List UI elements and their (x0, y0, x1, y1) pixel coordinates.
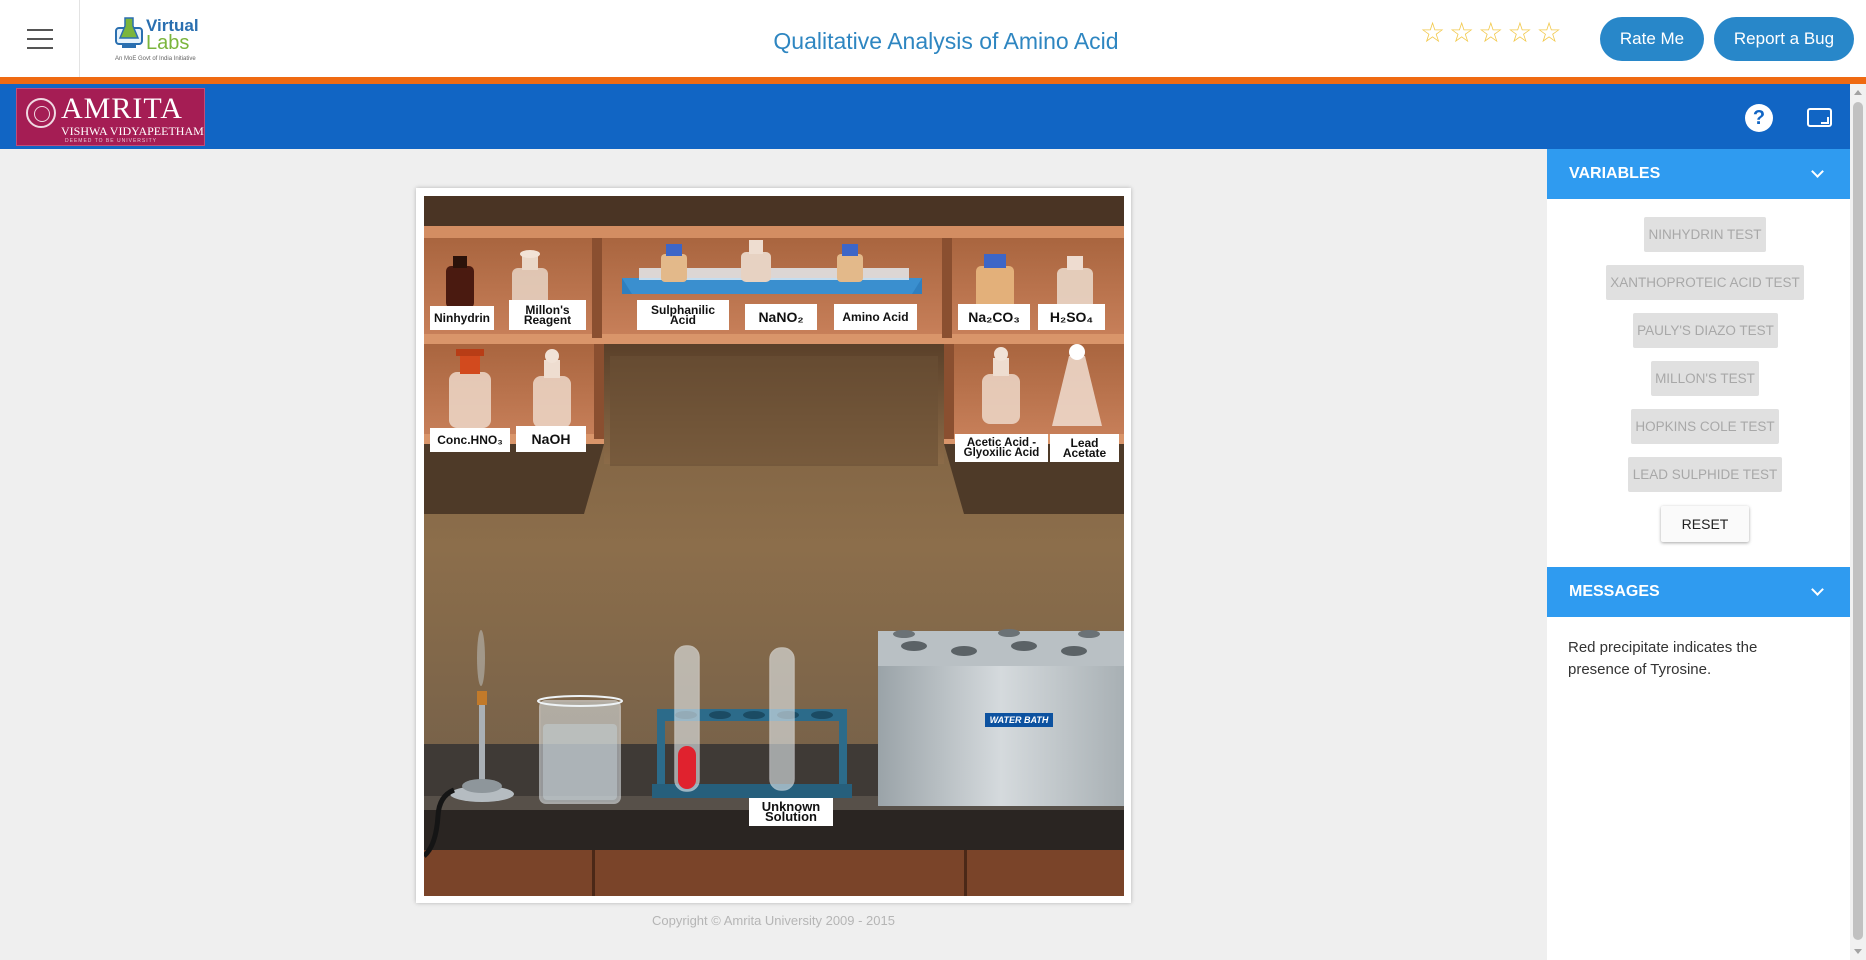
top-header: Virtual Labs An MoE Govt of India Initia… (0, 0, 1866, 77)
label-naoh[interactable]: NaOH (516, 426, 586, 452)
amrita-tiny-text: DEEMED TO BE UNIVERSITY (65, 138, 157, 144)
beaker[interactable] (540, 696, 622, 804)
lead-sulphide-test-button[interactable]: LEAD SULPHIDE TEST (1628, 457, 1782, 492)
paulys-diazo-test-button[interactable]: PAULY'S DIAZO TEST (1633, 313, 1778, 348)
label-conc-hno3[interactable]: Conc.HNO₃ (430, 428, 510, 452)
amrita-name: AMRITA (61, 92, 183, 125)
test-tube-red[interactable] (673, 644, 701, 794)
page-scrollbar[interactable] (1850, 84, 1866, 960)
scroll-down-arrow-icon[interactable] (1854, 949, 1862, 954)
label-nano2[interactable]: NaNO₂ (745, 304, 817, 330)
amrita-seal-icon (26, 98, 56, 128)
label-unknown-solution[interactable]: Unknown Solution (749, 798, 833, 826)
logo-tagline: An MoE Govt of India Initiative (115, 56, 196, 62)
side-panel: VARIABLES NINHYDRIN TEST XANTHOPROTEIC A… (1547, 149, 1850, 960)
variables-header[interactable]: VARIABLES (1547, 149, 1850, 199)
scrollbar-thumb[interactable] (1853, 102, 1863, 940)
hopkins-cole-test-button[interactable]: HOPKINS COLE TEST (1631, 409, 1779, 444)
test-tube-empty[interactable] (768, 646, 796, 794)
chevron-down-icon[interactable] (1811, 165, 1824, 178)
label-acetic-glyoxilic-acid[interactable]: Acetic Acid - Glyoxilic Acid (955, 434, 1048, 462)
report-bug-button[interactable]: Report a Bug (1714, 17, 1854, 61)
page-title: Qualitative Analysis of Amino Acid (773, 28, 1119, 54)
variables-title: VARIABLES (1569, 165, 1661, 182)
label-na2co3[interactable]: Na₂CO₃ (958, 304, 1030, 330)
star-icon[interactable]: ☆ (1536, 19, 1561, 47)
fullscreen-icon[interactable] (1807, 108, 1832, 127)
reset-button[interactable]: RESET (1661, 506, 1749, 542)
ninhydrin-test-button[interactable]: NINHYDRIN TEST (1644, 217, 1766, 252)
bunsen-burner[interactable] (464, 626, 504, 806)
label-sulphanilic-acid[interactable]: Sulphanilic Acid (637, 300, 729, 330)
message-text: Red precipitate indicates the presence o… (1568, 639, 1758, 678)
rate-me-button[interactable]: Rate Me (1600, 17, 1704, 61)
nav-bar: AMRITA VISHWA VIDYAPEETHAM DEEMED TO BE … (0, 84, 1850, 149)
label-lead-acetate[interactable]: Lead Acetate (1050, 434, 1119, 462)
amrita-subtitle: VISHWA VIDYAPEETHAM (61, 124, 204, 138)
label-amino-acid[interactable]: Amino Acid (834, 304, 917, 330)
rating-stars[interactable]: ☆ ☆ ☆ ☆ ☆ (1420, 19, 1562, 47)
lab-simulation-canvas: Ninhydrin Millon's Reagent Sulphanilic A… (424, 196, 1124, 896)
label-millons-reagent[interactable]: Millon's Reagent (509, 300, 586, 330)
xanthoproteic-test-button[interactable]: XANTHOPROTEIC ACID TEST (1606, 265, 1804, 300)
label-ninhydrin[interactable]: Ninhydrin (430, 306, 494, 330)
copyright-text: Copyright © Amrita University 2009 - 201… (652, 913, 895, 928)
millons-test-button[interactable]: MILLON'S TEST (1651, 361, 1759, 396)
messages-title: MESSAGES (1569, 583, 1660, 600)
water-bath[interactable] (878, 626, 1124, 806)
help-icon[interactable]: ? (1745, 104, 1773, 132)
star-icon[interactable]: ☆ (1449, 19, 1474, 47)
messages-header[interactable]: MESSAGES (1547, 567, 1850, 617)
label-h2so4[interactable]: H₂SO₄ (1038, 304, 1105, 330)
star-icon[interactable]: ☆ (1507, 19, 1532, 47)
amrita-logo[interactable]: AMRITA VISHWA VIDYAPEETHAM DEEMED TO BE … (16, 88, 205, 146)
scroll-up-arrow-icon[interactable] (1854, 90, 1862, 95)
chevron-down-icon[interactable] (1811, 583, 1824, 596)
star-icon[interactable]: ☆ (1420, 19, 1445, 47)
star-icon[interactable]: ☆ (1478, 19, 1503, 47)
accent-strip (0, 77, 1866, 84)
